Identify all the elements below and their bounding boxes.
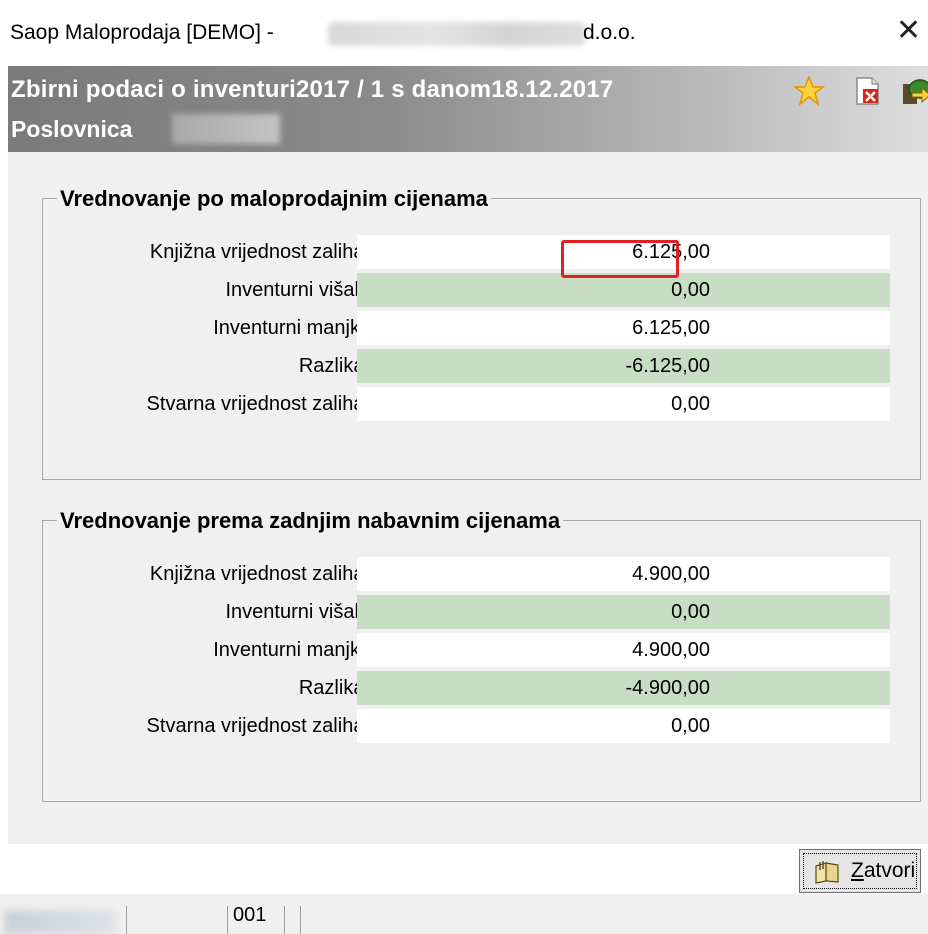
field-value-cell: 6.125,00 [357,311,890,345]
field-label: Stvarna vrijednost zaliha: [146,393,370,415]
retail-shortage-value: 6.125,00 [632,317,710,339]
retail-valuation-group: Vrednovanje po maloprodajnim cijenama Kn… [42,186,921,480]
window-title: Saop Maloprodaja [DEMO] - [10,21,274,44]
form-header: Zbirni podaci o inventuri2017 / 1 s dano… [8,66,928,152]
purchase-valuation-legend: Vrednovanje prema zadnjim nabavnim cijen… [57,508,564,534]
purchase-shortage-row: Inventurni manjki: 4.900,00 [43,633,920,667]
purchase-surplus-value: 0,00 [671,601,710,623]
purchase-book-value: 4.900,00 [632,563,710,585]
close-button[interactable]: Zatvori [799,849,921,893]
field-value-cell: 0,00 [357,273,890,307]
exit-icon[interactable] [900,74,928,108]
form-title: Zbirni podaci o inventuri2017 / 1 s dano… [11,76,614,103]
status-bar: 001 [0,894,928,934]
status-separator [284,906,285,934]
window-title-bar: Saop Maloprodaja [DEMO] - d.o.o. ✕ [0,0,928,64]
close-button-label-rest: atvori [863,859,916,882]
status-separator [300,906,301,934]
purchase-difference-row: Razlika: -4.900,00 [43,671,920,705]
field-label: Inventurni višak: [225,279,370,301]
close-window-icon[interactable]: ✕ [896,16,921,46]
retail-valuation-legend: Vrednovanje po maloprodajnim cijenama [57,186,491,212]
purchase-valuation-group: Vrednovanje prema zadnjim nabavnim cijen… [42,508,921,802]
field-label: Stvarna vrijednost zaliha: [146,715,370,737]
field-value-cell: -4.900,00 [357,671,890,705]
field-value-cell: 0,00 [357,387,890,421]
field-value-cell: 4.900,00 [357,557,890,591]
field-value-cell: 0,00 [357,595,890,629]
retail-actual-value-row: Stvarna vrijednost zaliha: 0,00 [43,387,920,421]
close-button-accesskey: Z [851,859,864,882]
field-value-cell: 4.900,00 [357,633,890,667]
window-title-suffix: d.o.o. [583,21,636,44]
field-value-cell: -6.125,00 [357,349,890,383]
close-button-label: Zatvori [851,859,915,883]
purchase-actual-value: 0,00 [671,715,710,737]
retail-difference-value: -6.125,00 [625,355,710,377]
status-separator [227,906,228,934]
retail-surplus-value: 0,00 [671,279,710,301]
field-label: Inventurni manjki: [213,639,370,661]
retail-difference-row: Razlika: -6.125,00 [43,349,920,383]
retail-actual-value: 0,00 [671,393,710,415]
purchase-difference-value: -4.900,00 [625,677,710,699]
status-code: 001 [233,904,267,926]
redacted-status-text [4,910,116,934]
retail-surplus-row: Inventurni višak: 0,00 [43,273,920,307]
field-value-cell: 0,00 [357,709,890,743]
purchase-actual-value-row: Stvarna vrijednost zaliha: 0,00 [43,709,920,743]
retail-book-value-row: Knjižna vrijednost zaliha: 6.125,00 [43,235,920,269]
highlight-box [561,240,679,278]
field-label: Inventurni višak: [225,601,370,623]
purchase-book-value-row: Knjižna vrijednost zaliha: 4.900,00 [43,557,920,591]
pdf-icon[interactable] [850,74,884,108]
close-book-icon [815,861,839,884]
field-label: Inventurni manjki: [213,317,370,339]
purchase-shortage-value: 4.900,00 [632,639,710,661]
retail-shortage-row: Inventurni manjki: 6.125,00 [43,311,920,345]
redacted-company-name [328,22,586,46]
form-subtitle: Poslovnica [11,116,133,142]
star-icon[interactable] [792,74,826,108]
content-area: Vrednovanje po maloprodajnim cijenama Kn… [8,152,928,844]
field-label: Knjižna vrijednost zaliha: [149,241,370,263]
redacted-branch-name [172,114,280,144]
purchase-surplus-row: Inventurni višak: 0,00 [43,595,920,629]
status-separator [126,906,127,934]
field-label: Knjižna vrijednost zaliha: [149,563,370,585]
